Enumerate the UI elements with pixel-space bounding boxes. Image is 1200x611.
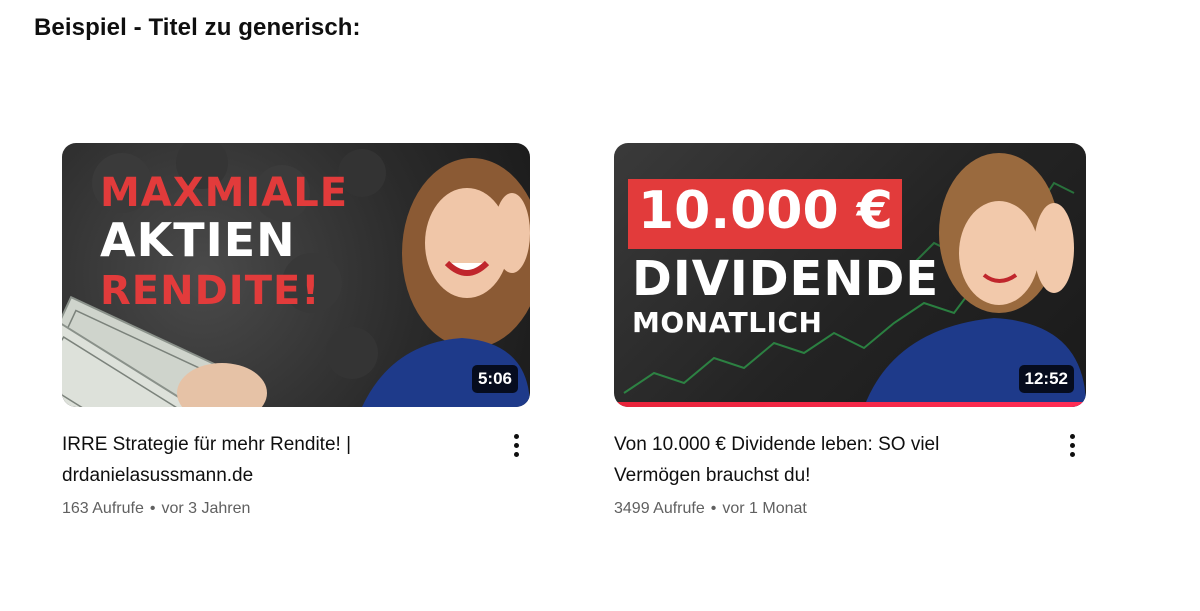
video-meta: IRRE Strategie für mehr Rendite! | drdan… [62,429,530,518]
thumbnail-headline-line-1: 10.000 € [638,181,893,241]
video-title-line-1: IRRE Strategie für mehr Rendite! | [62,434,351,455]
video-meta: Von 10.000 € Dividende leben: SO viel Ve… [614,429,1086,518]
video-stats: 163 Aufrufe • vor 3 Jahren [62,500,530,518]
video-title-link[interactable]: Von 10.000 € Dividende leben: SO viel Ve… [614,429,1086,491]
video-thumbnail[interactable]: 10.000 € DIVIDENDE MONATLICH 12:52 [614,143,1086,407]
video-title-line-1: Von 10.000 € Dividende leben: SO viel [614,434,940,455]
thumbnail-headline-line-1: MAXMIALE [100,170,349,216]
upload-age: vor 3 Jahren [161,500,251,517]
upload-age: vor 1 Monat [722,500,807,517]
stat-separator: • [710,500,717,517]
thumbnail-headline-line-3: MONATLICH [632,306,823,339]
video-card[interactable]: 10.000 € DIVIDENDE MONATLICH 12:52 Von 1… [614,143,1086,518]
video-duration-badge: 5:06 [471,365,518,393]
video-duration-badge: 12:52 [1018,365,1074,393]
video-card[interactable]: MAXMIALE AKTIEN RENDITE! 5:06 IRRE Strat… [62,143,530,518]
view-count: 163 Aufrufe [62,500,144,517]
stat-separator: • [149,500,156,517]
view-count: 3499 Aufrufe [614,500,705,517]
video-stats: 3499 Aufrufe • vor 1 Monat [614,500,1086,518]
video-title-link[interactable]: IRRE Strategie für mehr Rendite! | drdan… [62,429,530,491]
watch-progress-bar [614,402,1086,407]
thumbnail-headline-line-2: DIVIDENDE [632,251,940,307]
more-vertical-icon[interactable] [504,429,528,461]
video-thumbnail[interactable]: MAXMIALE AKTIEN RENDITE! 5:06 [62,143,530,407]
more-vertical-icon[interactable] [1060,429,1084,461]
video-title-line-2: Vermögen brauchst du! [614,465,811,486]
page-heading: Beispiel - Titel zu generisch: [34,14,361,41]
video-title-line-2: drdanielasussmann.de [62,465,254,486]
thumbnail-headline-line-2: AKTIEN [100,213,296,267]
thumbnail-headline-line-3: RENDITE! [100,268,321,314]
